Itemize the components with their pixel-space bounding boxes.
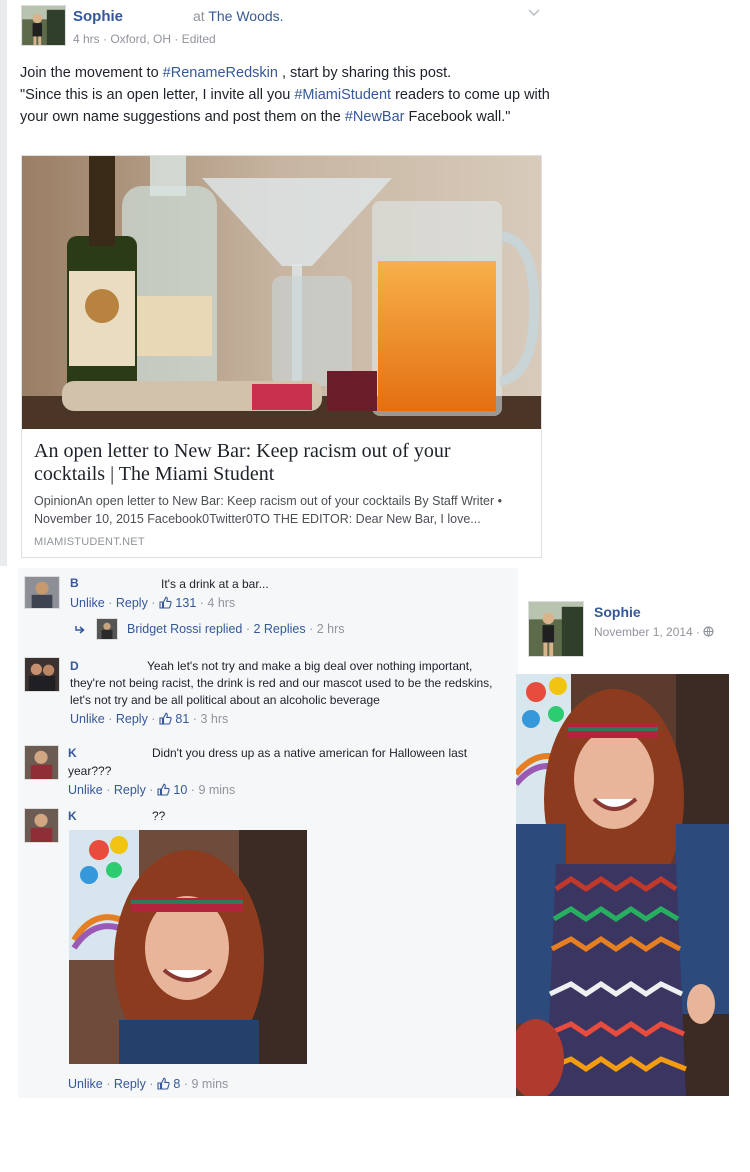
- location-link[interactable]: The Woods.: [208, 8, 283, 24]
- side-author-name[interactable]: Sophie: [594, 604, 641, 620]
- reply-link[interactable]: Reply: [116, 712, 148, 726]
- thumbs-up-icon: [159, 596, 172, 609]
- thumbs-up-icon: [157, 1077, 170, 1090]
- post-location: at The Woods.: [193, 8, 284, 24]
- comment-time: 4 hrs: [207, 596, 236, 610]
- commenter-avatar[interactable]: [24, 657, 60, 692]
- comment-actions: Unlike · Reply · 81 · 3 hrs: [70, 712, 229, 726]
- comment-author[interactable]: D: [70, 659, 79, 673]
- comment-text: Yeah let's not try and make a big deal o…: [147, 659, 473, 673]
- unlike-link[interactable]: Unlike: [70, 712, 105, 726]
- side-author-avatar[interactable]: [528, 601, 584, 657]
- left-margin-bar: [0, 0, 7, 566]
- hashtag-link[interactable]: #RenameRedskin: [163, 65, 278, 81]
- hashtag-link[interactable]: #NewBar: [345, 109, 405, 125]
- like-count[interactable]: 81: [175, 712, 189, 726]
- comment-time: 3 hrs: [200, 712, 229, 726]
- reply-link[interactable]: Reply: [114, 783, 146, 797]
- replies-time: 2 hrs: [316, 622, 345, 636]
- comment-author[interactable]: K: [68, 746, 77, 760]
- post-text-segment: "Since this is an open letter, I invite …: [20, 87, 295, 103]
- unlike-link[interactable]: Unlike: [68, 1077, 103, 1091]
- commenter-avatar[interactable]: [24, 745, 59, 780]
- comment-actions: Unlike · Reply · 8 · 9 mins: [68, 1077, 229, 1091]
- link-preview-card[interactable]: An open letter to New Bar: Keep racism o…: [21, 155, 542, 558]
- link-domain: MIAMISTUDENT.NET: [34, 536, 145, 548]
- side-post-photo[interactable]: [516, 674, 729, 1096]
- post-meta: 4 hrs · Oxford, OH · Edited: [73, 32, 216, 46]
- reply-link[interactable]: Reply: [116, 596, 148, 610]
- author-avatar[interactable]: [21, 5, 66, 46]
- post-author-name[interactable]: Sophie: [73, 8, 123, 25]
- comment-text: It's a drink at a bar...: [161, 577, 269, 591]
- chevron-down-icon[interactable]: [527, 6, 541, 21]
- comment-text: ??: [152, 809, 166, 823]
- side-date-text[interactable]: November 1, 2014 ·: [594, 625, 700, 639]
- comment-photo[interactable]: [69, 830, 307, 1064]
- post-text-segment: Facebook wall.": [404, 109, 511, 125]
- reply-arrow-icon: [75, 626, 85, 634]
- commenter-avatar[interactable]: [24, 576, 60, 609]
- replies-summary[interactable]: Bridget Rossi replied · 2 Replies · 2 hr…: [127, 622, 345, 636]
- replied-label: replied: [204, 622, 243, 636]
- comment-author[interactable]: K: [68, 809, 77, 823]
- comment-text: Didn't you dress up as a native american…: [152, 746, 468, 760]
- like-count[interactable]: 131: [175, 596, 196, 610]
- thumbs-up-icon: [157, 783, 170, 796]
- hashtag-link[interactable]: #MiamiStudent: [294, 87, 391, 103]
- globe-icon: [703, 626, 715, 637]
- like-count[interactable]: 10: [173, 783, 187, 797]
- location-prefix: at: [193, 8, 205, 24]
- comment-time: 9 mins: [191, 1077, 229, 1091]
- unlike-link[interactable]: Unlike: [68, 783, 103, 797]
- commenter-avatar[interactable]: [24, 808, 59, 843]
- replier-avatar[interactable]: [96, 618, 118, 640]
- reply-link[interactable]: Reply: [114, 1077, 146, 1091]
- comment-text: they're not being racist, the drink is r…: [70, 676, 493, 707]
- comment-author[interactable]: B: [70, 576, 79, 590]
- comment-actions: Unlike · Reply · 10 · 9 mins: [68, 783, 236, 797]
- unlike-link[interactable]: Unlike: [70, 596, 105, 610]
- comment-actions: Unlike · Reply · 131 · 4 hrs: [70, 596, 236, 610]
- replier-name[interactable]: Bridget Rossi: [127, 622, 201, 636]
- link-title[interactable]: An open letter to New Bar: Keep racism o…: [34, 440, 524, 486]
- side-post-date: November 1, 2014 ·: [594, 625, 715, 639]
- thumbs-up-icon: [159, 712, 172, 725]
- post-text: Join the movement to #RenameRedskin , st…: [20, 62, 550, 128]
- comment-text: year???: [68, 764, 112, 778]
- post-text-segment: Join the movement to: [20, 65, 163, 81]
- comment-time: 9 mins: [198, 783, 236, 797]
- replies-count[interactable]: 2 Replies: [253, 622, 305, 636]
- link-description: OpinionAn open letter to New Bar: Keep r…: [34, 494, 503, 526]
- post-text-segment: , start by sharing this post.: [277, 65, 452, 81]
- cocktail-photo: [22, 156, 541, 429]
